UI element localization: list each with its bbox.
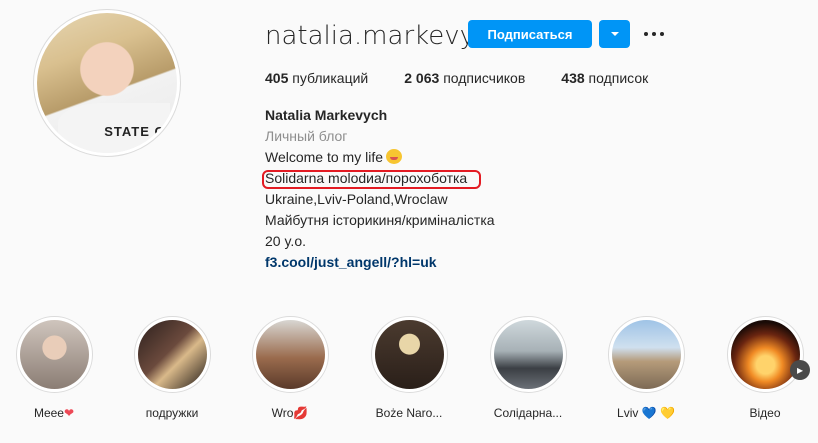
chevron-down-icon	[611, 32, 619, 36]
suggested-dropdown-button[interactable]	[599, 20, 630, 48]
bio-line-3: Ukraine,Lviv-Poland,Wroclaw	[265, 191, 448, 207]
highlight-label: Відео	[749, 406, 781, 420]
highlight-item[interactable]: подружки	[127, 316, 217, 420]
highlight-label: Wro💋	[271, 406, 309, 420]
highlight-label: Meee❤	[33, 406, 75, 420]
stat-followers[interactable]: 2 063 подписчиков	[404, 70, 525, 86]
bio-line-5: 20 y.o.	[265, 233, 306, 249]
highlight-cover-image	[611, 320, 681, 389]
profile-bio: Natalia Markevych Личный блог Welcome to…	[265, 105, 495, 273]
profile-avatar[interactable]: STATE OF	[33, 9, 181, 157]
highlight-item[interactable]: Wro💋	[245, 316, 335, 420]
profile-stats: 405 публикаций 2 063 подписчиков 438 под…	[265, 70, 684, 86]
smiling-face-icon	[386, 149, 402, 164]
follow-button[interactable]: Подписаться	[468, 20, 592, 48]
bio-category: Личный блог	[265, 128, 348, 144]
stat-posts: 405 публикаций	[265, 70, 369, 86]
highlight-cover-image	[374, 320, 444, 389]
chevron-right-icon[interactable]: ▸	[790, 360, 810, 380]
highlight-label: Солідарна...	[493, 406, 563, 420]
highlight-item[interactable]: Boże Naro...	[364, 316, 454, 420]
annotation-highlight-box	[262, 170, 481, 189]
stat-following[interactable]: 438 подписок	[561, 70, 648, 86]
highlight-label: подружки	[145, 406, 199, 420]
story-highlights: Meee❤ подружки Wro💋 Boże Naro... Солідар…	[0, 316, 818, 443]
highlight-cover-image	[19, 320, 89, 389]
more-horizontal-icon[interactable]	[642, 24, 666, 44]
avatar-shirt-text: STATE OF	[104, 124, 175, 139]
highlight-cover-image	[255, 320, 325, 389]
highlight-cover-image	[137, 320, 207, 389]
highlight-label: Lviv 💙 💛	[617, 406, 675, 420]
highlight-label: Boże Naro...	[375, 406, 443, 420]
highlight-item[interactable]: Солідарна...	[483, 316, 573, 420]
bio-name: Natalia Markevych	[265, 107, 388, 123]
highlight-item[interactable]: Lviv 💙 💛	[601, 316, 691, 420]
bio-link[interactable]: f3.cool/just_angell/?hl=uk	[265, 252, 495, 273]
highlight-cover-image	[493, 320, 563, 389]
highlight-item[interactable]: Meee❤	[9, 316, 99, 420]
bio-line-1: Welcome to my life	[265, 147, 495, 168]
bio-line-4: Майбутня історикиня/криміналістка	[265, 212, 495, 228]
avatar-image: STATE OF	[37, 13, 177, 153]
highlight-cover-image	[730, 320, 800, 389]
